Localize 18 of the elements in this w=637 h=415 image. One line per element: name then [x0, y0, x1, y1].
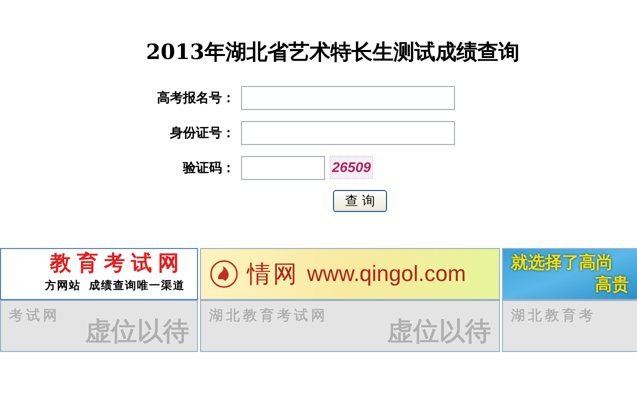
exam-site-banner[interactable]: 教育考试网 方网站 成绩查询唯一渠道: [0, 248, 198, 300]
captcha-image: 26509: [330, 156, 373, 179]
banner-headline: 教育考试网: [50, 252, 185, 274]
text-field[interactable]: [241, 86, 455, 110]
captcha-field[interactable]: [241, 156, 325, 180]
banner-logo-text: 情网: [247, 258, 299, 290]
field-label: 身份证号：: [169, 124, 235, 142]
query-button[interactable]: 查 询: [333, 190, 387, 212]
qingol-banner[interactable]: 情网 www.qingol.com: [200, 248, 500, 300]
page-title: 2013年湖北省艺术特长生测试成绩查询: [146, 38, 520, 66]
field-label: 验证码：: [182, 158, 235, 177]
flame-logo-icon: [209, 258, 239, 288]
field-label: 高考报名号：: [156, 88, 235, 107]
banner-url: www.qingol.com: [307, 260, 466, 288]
banner-slogan: 高贵: [594, 274, 629, 295]
banner-headline: 就选择了高尚: [511, 252, 613, 274]
banner-slogan: 方网站 成绩查询唯一渠道: [44, 278, 185, 294]
text-field[interactable]: [241, 120, 455, 144]
